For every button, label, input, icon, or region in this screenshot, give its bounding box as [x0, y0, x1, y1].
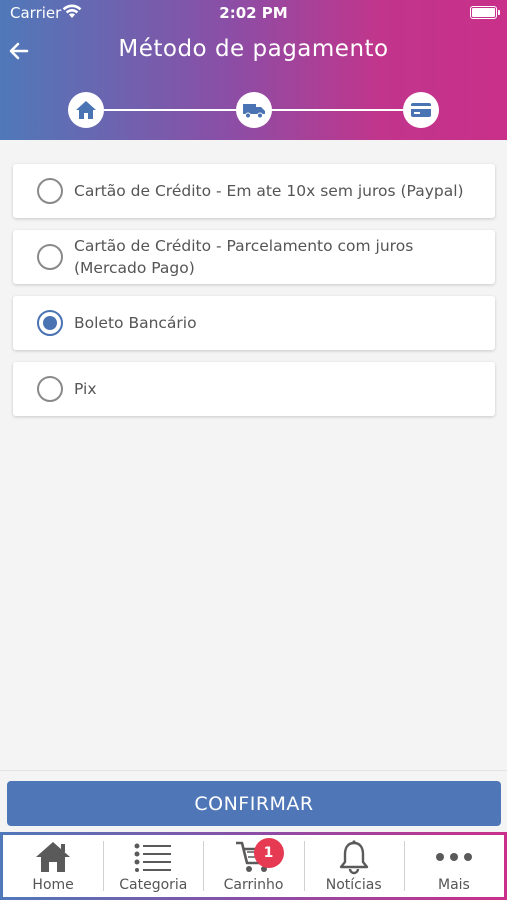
radio-button[interactable] [37, 376, 63, 402]
page-title: Método de pagamento [118, 36, 389, 62]
tab-carrinho[interactable]: 1 Carrinho [203, 835, 303, 897]
payment-option-label: Boleto Bancário [74, 314, 197, 332]
home-icon [76, 101, 96, 119]
credit-card-icon [411, 103, 431, 117]
header: Carrier 2:02 PM Método de pagamento [0, 0, 507, 140]
radio-dot [43, 316, 57, 330]
step-connector [104, 109, 238, 111]
payment-option-mercado-pago[interactable]: Cartão de Crédito - Parcelamento com jur… [13, 230, 495, 284]
step-payment [403, 92, 439, 128]
tab-mais[interactable]: Mais [403, 835, 504, 897]
tab-label: Mais [437, 877, 470, 893]
checkout-progress [0, 90, 507, 130]
home-icon [34, 838, 72, 876]
payment-option-label: Cartão de Crédito - Parcelamento com jur… [74, 237, 414, 277]
tab-label: Home [32, 877, 74, 893]
payment-option-label: Pix [74, 380, 97, 398]
step-connector [270, 109, 404, 111]
bell-icon [337, 838, 371, 876]
status-bar: Carrier 2:02 PM [0, 0, 507, 28]
step-delivery [236, 92, 272, 128]
radio-button[interactable] [37, 178, 63, 204]
more-icon [434, 838, 474, 876]
payment-option-boleto[interactable]: Boleto Bancário [13, 296, 495, 350]
clock: 2:02 PM [219, 4, 288, 22]
tab-home[interactable]: Home [3, 835, 103, 897]
payment-options-list: Cartão de Crédito - Em ate 10x sem juros… [13, 164, 495, 428]
tab-label: Categoria [119, 877, 188, 893]
tab-label: Notícias [325, 877, 382, 893]
battery-icon [470, 6, 500, 19]
tab-label: Carrinho [223, 877, 284, 893]
cart-badge: 1 [253, 838, 284, 868]
list-icon [133, 838, 173, 876]
tab-bar: Home Categoria 1 Carrinho Notícias Mais [0, 832, 507, 900]
payment-option-pix[interactable]: Pix [13, 362, 495, 416]
tab-categoria[interactable]: Categoria [103, 835, 203, 897]
radio-button[interactable] [37, 244, 63, 270]
tab-noticias[interactable]: Notícias [303, 835, 404, 897]
payment-option-paypal[interactable]: Cartão de Crédito - Em ate 10x sem juros… [13, 164, 495, 218]
radio-button-selected[interactable] [37, 310, 63, 336]
truck-icon [243, 104, 265, 119]
confirm-bar: CONFIRMAR [0, 770, 507, 832]
payment-option-label: Cartão de Crédito - Em ate 10x sem juros… [74, 182, 464, 200]
confirm-button[interactable]: CONFIRMAR [7, 781, 501, 826]
step-home [68, 92, 104, 128]
